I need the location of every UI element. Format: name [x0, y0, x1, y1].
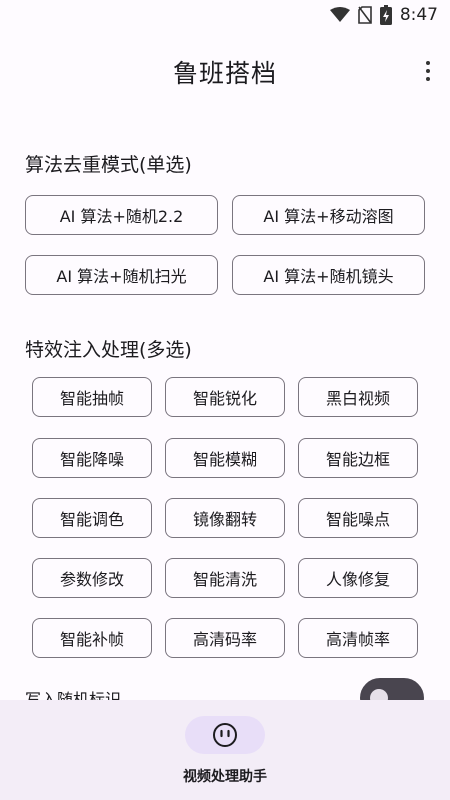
nav-item-video-assistant[interactable]: [185, 716, 265, 754]
effect-chip-border[interactable]: 智能边框: [298, 438, 418, 478]
dedupe-option-random-sweep[interactable]: AI 算法+随机扫光: [25, 255, 218, 295]
effects-section-title: 特效注入处理(多选): [25, 339, 192, 361]
effect-chip-blur[interactable]: 智能模糊: [165, 438, 285, 478]
app-bar: 鲁班搭档: [0, 44, 450, 100]
wifi-icon: [329, 7, 350, 22]
effect-chip-hd-bitrate[interactable]: 高清码率: [165, 618, 285, 658]
effect-chip-clean[interactable]: 智能清洗: [165, 558, 285, 598]
dedupe-option-random-lens[interactable]: AI 算法+随机镜头: [232, 255, 425, 295]
effect-chip-color-grade[interactable]: 智能调色: [32, 498, 152, 538]
effect-chip-noise[interactable]: 智能噪点: [298, 498, 418, 538]
effect-chip-sharpen[interactable]: 智能锐化: [165, 377, 285, 417]
dedupe-option-move-blend[interactable]: AI 算法+移动溶图: [232, 195, 425, 235]
effect-chip-frame-extract[interactable]: 智能抽帧: [32, 377, 152, 417]
effect-chip-mirror-flip[interactable]: 镜像翻转: [165, 498, 285, 538]
no-sim-icon: [358, 6, 372, 24]
dedupe-section-title: 算法去重模式(单选): [25, 154, 192, 176]
effect-chip-frame-interp[interactable]: 智能补帧: [32, 618, 152, 658]
bottom-nav: 视频处理助手: [0, 700, 450, 800]
nav-label-video-assistant: 视频处理助手: [183, 769, 267, 785]
status-time: 8:47: [399, 5, 438, 25]
effect-chip-denoise[interactable]: 智能降噪: [32, 438, 152, 478]
status-bar: 8:47: [0, 0, 450, 30]
more-options-icon[interactable]: [420, 56, 436, 86]
dedupe-option-random-2-2[interactable]: AI 算法+随机2.2: [25, 195, 218, 235]
effect-chip-param-modify[interactable]: 参数修改: [32, 558, 152, 598]
effect-chip-black-white[interactable]: 黑白视频: [298, 377, 418, 417]
battery-charging-icon: [379, 5, 392, 25]
app-title: 鲁班搭档: [172, 59, 277, 88]
effect-chip-portrait-repair[interactable]: 人像修复: [298, 558, 418, 598]
face-icon: [213, 723, 237, 747]
effect-chip-hd-framerate[interactable]: 高清帧率: [298, 618, 418, 658]
